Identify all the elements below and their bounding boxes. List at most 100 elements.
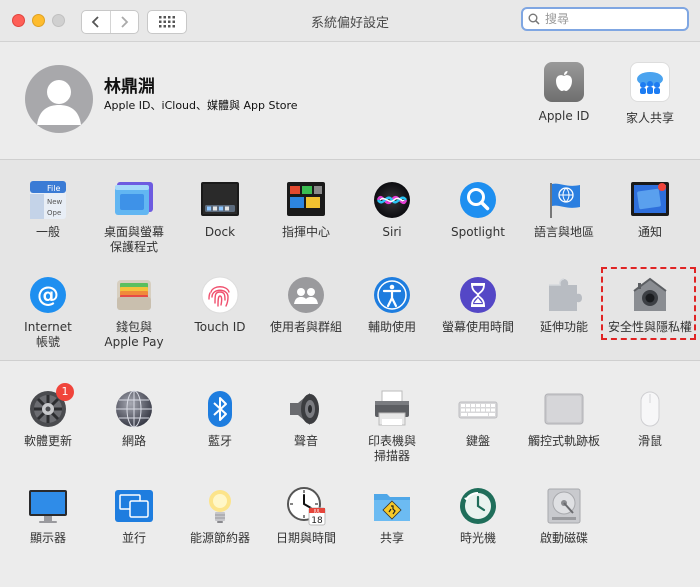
pref-printers-scanners-label: 印表機與 掃描器 — [367, 434, 416, 463]
pref-sharing[interactable]: 共享 — [348, 486, 436, 546]
pref-bluetooth[interactable]: 藍牙 — [176, 389, 264, 449]
pref-sidecar[interactable]: 並行 — [90, 486, 178, 546]
pref-notifications-label: 通知 — [637, 225, 662, 239]
touch-id-icon — [200, 275, 240, 315]
pref-trackpad-label: 觸控式軌跡板 — [527, 434, 600, 448]
pref-screen-time-label: 螢幕使用時間 — [441, 320, 514, 334]
pref-internet-accounts[interactable]: @ Internet 帳號 — [4, 275, 92, 350]
date-time-icon: JUL 18 — [286, 486, 326, 526]
pref-date-time-label: 日期與時間 — [275, 531, 336, 545]
pref-keyboard[interactable]: 鍵盤 — [434, 389, 522, 449]
pref-keyboard-label: 鍵盤 — [465, 434, 490, 448]
pref-dock-label: Dock — [204, 225, 236, 239]
pref-trackpad[interactable]: 觸控式軌跡板 — [520, 389, 608, 449]
calendar-day: 18 — [311, 516, 323, 526]
pref-internet-accounts-label: Internet 帳號 — [24, 320, 72, 349]
pref-siri-label: Siri — [382, 225, 402, 239]
desktop-screensaver-icon — [114, 180, 154, 220]
pref-printers-scanners[interactable]: 印表機與 掃描器 — [348, 389, 436, 464]
pref-wallet-label: 錢包與 Apple Pay — [104, 320, 164, 349]
wallet-icon — [114, 275, 154, 315]
pref-desktop-screensaver[interactable]: 桌面與螢幕 保護程式 — [90, 180, 178, 255]
dock-icon — [200, 180, 240, 220]
pref-wallet[interactable]: 錢包與 Apple Pay — [90, 275, 178, 350]
mouse-icon — [630, 389, 670, 429]
family-sharing-label: 家人共享 — [625, 111, 674, 125]
pref-accessibility[interactable]: 輔助使用 — [348, 275, 436, 335]
startup-disk-icon — [544, 486, 584, 526]
calendar-month: JUL — [313, 508, 321, 513]
accessibility-icon — [372, 275, 412, 315]
apple-id-icon — [544, 62, 584, 102]
family-sharing-item[interactable]: 家人共享 — [610, 62, 690, 126]
title-bar: 系統偏好設定 — [0, 0, 700, 42]
pref-sound[interactable]: 聲音 — [262, 389, 350, 449]
pref-mouse-label: 滑鼠 — [637, 434, 662, 448]
avatar[interactable] — [25, 65, 93, 133]
pref-energy-saver[interactable]: 能源節約器 — [176, 486, 264, 546]
pref-general[interactable]: File New Ope 一般 — [4, 180, 92, 240]
siri-icon — [372, 180, 412, 220]
pref-touch-id[interactable]: Touch ID — [176, 275, 264, 335]
displays-icon — [28, 486, 68, 526]
pref-network[interactable]: 網路 — [90, 389, 178, 449]
pref-time-machine-label: 時光機 — [459, 531, 496, 545]
users-groups-icon — [286, 275, 326, 315]
account-section: 林鼎淵 Apple ID、iCloud、媒體與 App Store Apple … — [0, 42, 700, 160]
sidecar-icon — [114, 486, 154, 526]
energy-saver-icon — [200, 486, 240, 526]
software-update-icon: 1 — [28, 383, 74, 429]
account-subtitle: Apple ID、iCloud、媒體與 App Store — [104, 99, 298, 112]
pref-network-label: 網路 — [121, 434, 146, 448]
spotlight-icon — [458, 180, 498, 220]
pref-displays[interactable]: 顯示器 — [4, 486, 92, 546]
pref-mission-control[interactable]: 指揮中心 — [262, 180, 350, 240]
svg-text:@: @ — [37, 283, 59, 308]
pref-extensions-label: 延伸功能 — [539, 320, 588, 334]
pref-users-groups[interactable]: 使用者與群組 — [262, 275, 350, 335]
pref-language-region[interactable]: 語言與地區 — [520, 180, 608, 240]
apple-id-item[interactable]: Apple ID — [524, 62, 604, 123]
pref-startup-disk-label: 啟動磁碟 — [539, 531, 588, 545]
user-silhouette-icon — [37, 80, 81, 125]
pref-time-machine[interactable]: 時光機 — [434, 486, 522, 546]
network-icon — [114, 389, 154, 429]
pref-displays-label: 顯示器 — [29, 531, 66, 545]
family-sharing-icon — [630, 62, 670, 102]
bluetooth-icon — [200, 389, 240, 429]
pref-spotlight[interactable]: Spotlight — [434, 180, 522, 240]
time-machine-icon — [458, 486, 498, 526]
mission-control-icon — [286, 180, 326, 220]
highlight-box — [601, 267, 696, 340]
sharing-icon — [372, 486, 412, 526]
pref-date-time[interactable]: JUL 18 日期與時間 — [262, 486, 350, 546]
pref-bluetooth-label: 藍牙 — [207, 434, 232, 448]
pref-siri[interactable]: Siri — [348, 180, 436, 240]
pref-language-region-label: 語言與地區 — [533, 225, 594, 239]
search-icon — [528, 13, 540, 25]
pref-spotlight-label: Spotlight — [451, 225, 505, 239]
printers-scanners-icon — [372, 389, 412, 429]
svg-text:File: File — [47, 184, 60, 193]
pref-accessibility-label: 輔助使用 — [367, 320, 416, 334]
apple-id-label: Apple ID — [538, 109, 590, 123]
pref-general-label: 一般 — [35, 225, 60, 239]
search-input[interactable] — [543, 11, 677, 27]
pref-mission-control-label: 指揮中心 — [281, 225, 330, 239]
sound-icon — [286, 389, 326, 429]
pref-notifications[interactable]: 通知 — [606, 180, 694, 240]
pref-screen-time[interactable]: 螢幕使用時間 — [434, 275, 522, 335]
pref-startup-disk[interactable]: 啟動磁碟 — [520, 486, 608, 546]
pref-software-update[interactable]: 1 軟體更新 — [4, 383, 92, 449]
svg-text:New: New — [47, 198, 63, 206]
extensions-icon — [544, 275, 584, 315]
general-icon: File New Ope — [28, 180, 68, 220]
search-field[interactable] — [521, 7, 689, 31]
pref-extensions[interactable]: 延伸功能 — [520, 275, 608, 335]
keyboard-icon — [458, 389, 498, 429]
language-region-icon — [544, 180, 584, 220]
pref-sidecar-label: 並行 — [121, 531, 146, 545]
pref-desktop-screensaver-label: 桌面與螢幕 保護程式 — [103, 225, 164, 254]
pref-dock[interactable]: Dock — [176, 180, 264, 240]
pref-mouse[interactable]: 滑鼠 — [606, 389, 694, 449]
